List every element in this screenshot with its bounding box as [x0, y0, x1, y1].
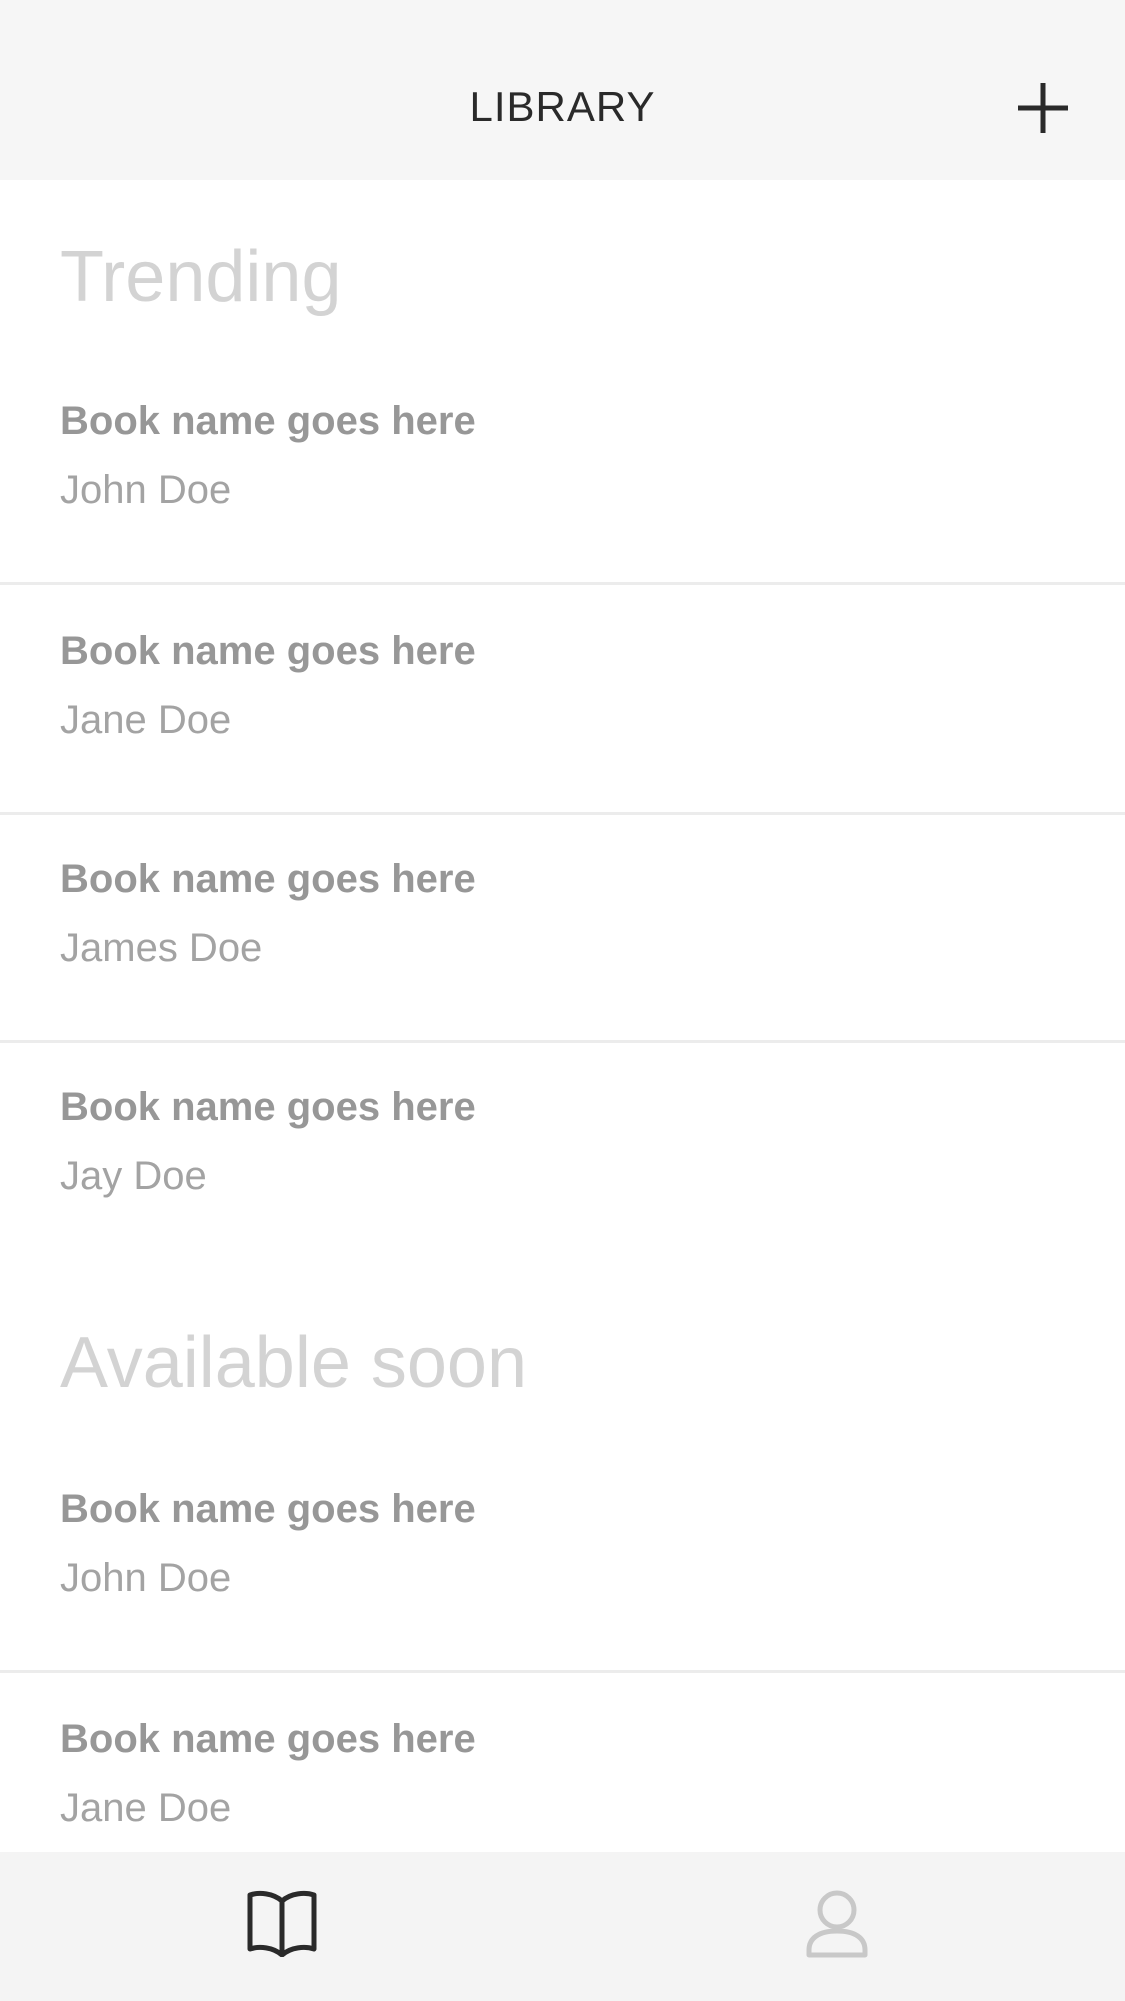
book-title: Book name goes here [60, 857, 476, 901]
plus-icon [1018, 83, 1068, 133]
book-author: Jane Doe [60, 1786, 232, 1830]
library-list[interactable]: Trending Book name goes here John Doe Bo… [0, 180, 1125, 1852]
list-item[interactable]: Book name goes here Jane Doe [0, 1673, 1125, 1852]
book-author: John Doe [60, 1556, 232, 1600]
book-title: Book name goes here [60, 399, 476, 443]
list-item[interactable]: Book name goes here Jane Doe [0, 585, 1125, 815]
book-icon [247, 1890, 317, 1957]
book-title: Book name goes here [60, 629, 476, 673]
book-author: Jane Doe [60, 698, 232, 742]
page-title: LIBRARY [469, 83, 656, 130]
book-title: Book name goes here [60, 1717, 476, 1761]
list-item[interactable]: Book name goes here John Doe [0, 355, 1125, 585]
section-heading-trending: Trending [60, 237, 342, 317]
book-title: Book name goes here [60, 1085, 476, 1129]
list-item[interactable]: Book name goes here John Doe [0, 1443, 1125, 1673]
section-heading-available-soon: Available soon [60, 1323, 528, 1403]
book-title: Book name goes here [60, 1487, 476, 1531]
book-author: John Doe [60, 468, 232, 512]
list-item[interactable]: Book name goes here Jay Doe [0, 1041, 1125, 1268]
book-author: Jay Doe [60, 1154, 207, 1198]
tab-profile[interactable] [562, 1852, 1124, 2001]
add-button[interactable] [1010, 75, 1076, 141]
book-author: James Doe [60, 926, 263, 970]
user-icon [806, 1890, 868, 1958]
list-item[interactable]: Book name goes here James Doe [0, 813, 1125, 1043]
nav-header: LIBRARY [0, 0, 1125, 180]
tab-bar [0, 1852, 1125, 2001]
tab-library[interactable] [0, 1852, 562, 2001]
